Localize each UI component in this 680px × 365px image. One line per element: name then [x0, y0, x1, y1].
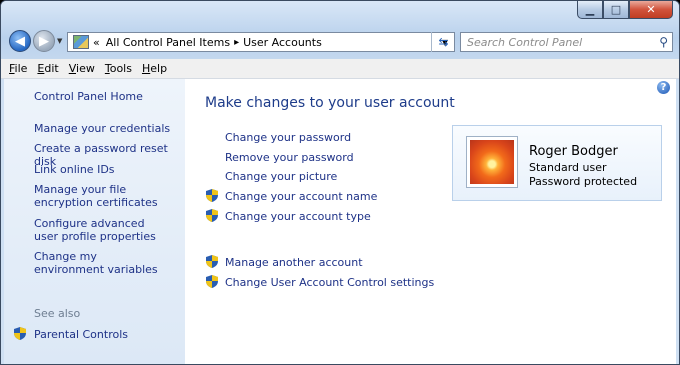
shield-icon [206, 255, 218, 268]
refresh-button[interactable]: ⇆ [431, 32, 455, 52]
file-encryption-link[interactable]: Manage your file encryption certificates [34, 183, 179, 209]
search-icon[interactable]: ⚲ [659, 35, 668, 49]
back-button[interactable]: ◀ [9, 30, 31, 52]
control-panel-home-link[interactable]: Control Panel Home [34, 90, 143, 103]
menu-edit[interactable]: Edit [37, 62, 58, 75]
change-account-name-link[interactable]: Change your account name [225, 190, 377, 203]
menu-tools[interactable]: Tools [105, 62, 132, 75]
shield-icon [14, 327, 26, 340]
window: ▁ □ ✕ ◀ ▶ ▼ « All Control Panel Items ▸ … [0, 0, 680, 365]
uac-settings-link[interactable]: Change User Account Control settings [225, 276, 434, 289]
control-panel-icon [73, 35, 89, 49]
main-pane: ? Make changes to your user account Chan… [185, 79, 676, 364]
address-root[interactable]: « [93, 36, 100, 49]
forward-button[interactable]: ▶ [33, 30, 55, 52]
breadcrumb-user-accounts[interactable]: User Accounts [243, 36, 322, 49]
help-icon[interactable]: ? [657, 81, 670, 94]
task-pane: Control Panel Home Manage your credentia… [4, 79, 185, 364]
environment-variables-link[interactable]: Change my environment variables [34, 250, 169, 276]
see-also-label: See also [34, 307, 81, 320]
user-account-card: Roger Bodger Standard user Password prot… [452, 125, 662, 201]
recent-pages-dropdown[interactable]: ▼ [57, 37, 65, 45]
maximize-button[interactable]: □ [603, 1, 629, 19]
menu-bar: File Edit View Tools Help [1, 59, 679, 79]
shield-icon [206, 209, 218, 222]
avatar [466, 136, 518, 188]
shield-icon [206, 275, 218, 288]
change-picture-link[interactable]: Change your picture [225, 170, 337, 183]
caption-buttons: ▁ □ ✕ [577, 1, 673, 21]
address-bar[interactable]: « All Control Panel Items ▸ User Account… [67, 32, 455, 52]
parental-controls-link[interactable]: Parental Controls [34, 328, 128, 341]
content-area: Control Panel Home Manage your credentia… [4, 79, 676, 364]
search-placeholder: Search Control Panel [467, 35, 583, 49]
manage-another-account-link[interactable]: Manage another account [225, 256, 363, 269]
flower-picture-icon [470, 140, 514, 184]
search-input[interactable]: Search Control Panel ⚲ [460, 32, 673, 52]
breadcrumb-all-items[interactable]: All Control Panel Items [106, 36, 230, 49]
menu-help[interactable]: Help [142, 62, 167, 75]
manage-credentials-link[interactable]: Manage your credentials [34, 122, 170, 135]
navigation-buttons: ◀ ▶ ▼ [9, 30, 65, 52]
breadcrumb-arrow-icon[interactable]: ▸ [234, 37, 239, 48]
user-name: Roger Bodger [529, 144, 618, 159]
user-account-type: Standard user [529, 161, 607, 174]
menu-view[interactable]: View [69, 62, 95, 75]
shield-icon [206, 189, 218, 202]
link-online-ids-link[interactable]: Link online IDs [34, 163, 115, 176]
advanced-profile-link[interactable]: Configure advanced user profile properti… [34, 217, 169, 243]
menu-file[interactable]: File [9, 62, 27, 75]
page-title: Make changes to your user account [205, 95, 455, 111]
remove-password-link[interactable]: Remove your password [225, 151, 354, 164]
close-button[interactable]: ✕ [629, 1, 673, 19]
minimize-button[interactable]: ▁ [577, 1, 603, 19]
change-account-type-link[interactable]: Change your account type [225, 210, 371, 223]
change-password-link[interactable]: Change your password [225, 131, 351, 144]
user-password-status: Password protected [529, 175, 638, 188]
